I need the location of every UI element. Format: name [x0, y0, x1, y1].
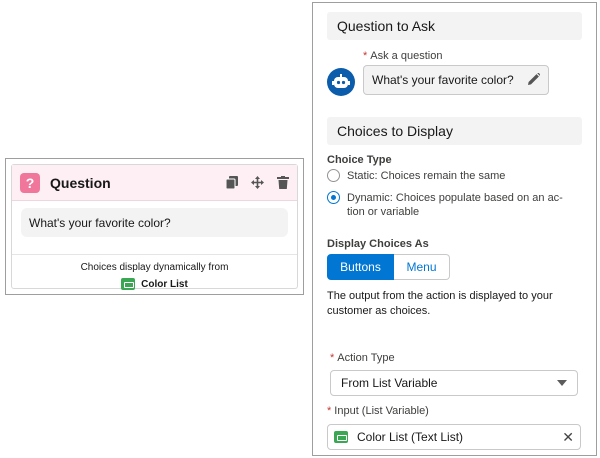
action-type-select[interactable]: From List Variable — [330, 370, 578, 396]
footer-source: Color List — [12, 278, 297, 290]
question-card-body: What's your favorite color? — [12, 201, 297, 244]
input-list-label: * Input (List Variable) — [327, 405, 429, 417]
bot-avatar-icon — [327, 68, 355, 96]
close-icon[interactable]: ✕ — [562, 429, 574, 446]
question-card-actions — [226, 176, 289, 189]
display-as-label: Display Choices As — [327, 238, 429, 250]
section-question-to-ask: Question to Ask — [327, 12, 582, 40]
question-card-footer: Choices display dynamically from Color L… — [12, 254, 297, 290]
ask-question-input[interactable]: What's your favorite color? — [363, 65, 549, 95]
choice-dynamic-label: Dynamic: Choices populate based on an ac… — [347, 192, 563, 218]
input-list-field[interactable]: Color List (Text List) ✕ — [327, 424, 581, 450]
footer-source-label: Color List — [141, 278, 188, 290]
list-icon — [121, 278, 136, 290]
question-card-title: Question — [50, 174, 111, 191]
action-type-label: * Action Type — [330, 352, 395, 364]
choice-dynamic-option[interactable]: Dynamic: Choices populate based on an ac… — [327, 191, 577, 219]
display-as-toggle: Buttons Menu — [327, 254, 450, 280]
footer-caption: Choices display dynamically from — [80, 262, 229, 273]
buttons-option-button[interactable]: Buttons — [327, 254, 394, 280]
choice-static-option[interactable]: Static: Choices remain the same — [327, 169, 505, 183]
action-type-value: From List Variable — [341, 376, 438, 390]
question-card[interactable]: ? Question What's your favorite color? C… — [11, 164, 298, 290]
output-description: The output from the action is displayed … — [327, 290, 553, 317]
question-card-frame: ? Question What's your favorite color? C… — [5, 158, 304, 295]
choice-static-label: Static: Choices remain the same — [347, 170, 506, 182]
radio-dynamic[interactable] — [327, 191, 340, 204]
menu-option-button[interactable]: Menu — [394, 254, 450, 280]
ask-question-label: * Ask a question — [363, 50, 443, 62]
move-icon[interactable] — [251, 176, 264, 189]
config-panel: Question to Ask * Ask a question What's y… — [312, 2, 597, 456]
copy-icon[interactable] — [226, 176, 238, 189]
question-card-header: ? Question — [12, 165, 297, 201]
input-list-value: Color List (Text List) — [357, 430, 464, 444]
trash-icon[interactable] — [277, 176, 289, 189]
ask-question-value: What's your favorite color? — [372, 73, 514, 87]
pencil-icon[interactable] — [528, 71, 541, 88]
radio-static[interactable] — [327, 169, 340, 182]
question-preview: What's your favorite color? — [21, 208, 288, 237]
choice-type-label: Choice Type — [327, 154, 392, 166]
section-choices-to-display: Choices to Display — [327, 117, 582, 145]
list-icon — [334, 431, 348, 443]
question-badge-icon: ? — [20, 172, 40, 193]
chevron-down-icon — [557, 380, 567, 386]
